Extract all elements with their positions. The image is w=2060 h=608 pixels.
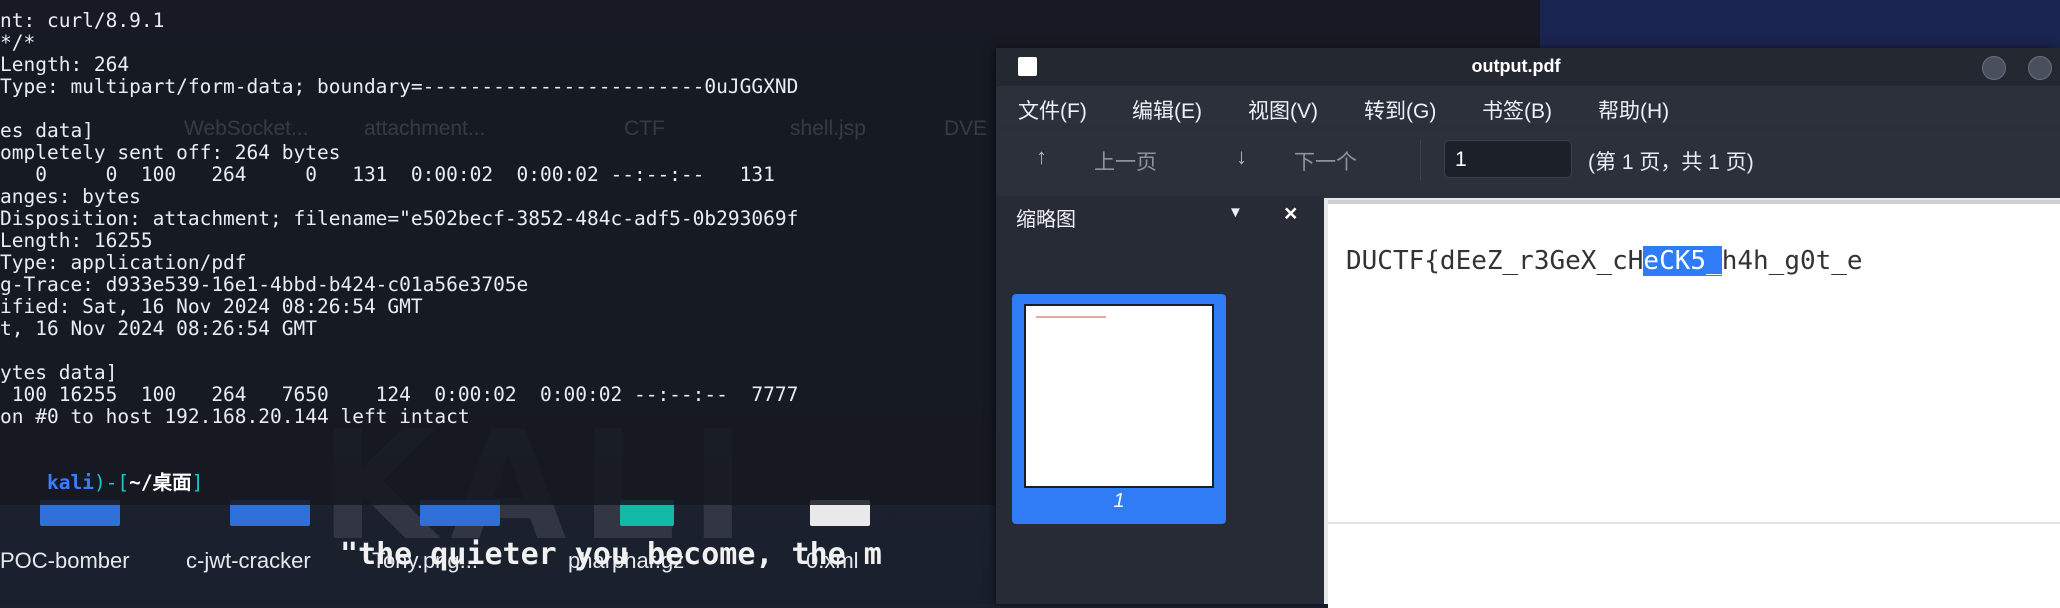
terminal-line: t, 16 Nov 2024 08:26:54 GMT bbox=[0, 317, 317, 340]
flag-text-before: DUCTF{dEeZ_r3GeX_cH bbox=[1346, 246, 1644, 276]
pdf-viewer-window[interactable]: output.pdf 文件(F) 编辑(E) 视图(V) 转到(G) 书签(B)… bbox=[996, 48, 2060, 608]
ghost-label: shell.jsp bbox=[790, 117, 866, 140]
thumbnail-sidebar: 缩略图 ▼ × 1 bbox=[996, 196, 1324, 604]
thumbnail-text-line bbox=[1036, 316, 1106, 318]
thumbnail-page-preview bbox=[1024, 304, 1214, 488]
document-page[interactable]: DUCTF{dEeZ_r3GeX_cHeCK5_h4h_g0t_e bbox=[1328, 200, 2060, 608]
terminal-prompt[interactable]: kali)-[~/桌面] bbox=[0, 450, 203, 494]
page-number-input[interactable]: 1 bbox=[1444, 140, 1572, 178]
close-icon[interactable]: × bbox=[1284, 200, 1297, 227]
maximize-button[interactable] bbox=[2028, 56, 2052, 80]
toolbar-divider bbox=[1420, 140, 1421, 180]
window-title: output.pdf bbox=[1471, 56, 1561, 76]
desktop-icon-poc-bomber[interactable]: POC-bomber bbox=[0, 548, 130, 574]
terminal-line: g-Trace: d933e539-16e1-4bbd-b424-c01a56e… bbox=[0, 273, 529, 296]
menu-file[interactable]: 文件(F) bbox=[1018, 95, 1087, 125]
terminal-line: ompletely sent off: 264 bytes bbox=[0, 141, 341, 164]
prompt-path: ~/桌面 bbox=[129, 471, 192, 494]
sidebar-header: 缩略图 ▼ × bbox=[996, 196, 1324, 234]
sidebar-title: 缩略图 bbox=[1016, 209, 1076, 231]
window-titlebar[interactable]: output.pdf bbox=[996, 48, 2060, 86]
prompt-separator: ] bbox=[191, 471, 204, 494]
document-view[interactable]: DUCTF{dEeZ_r3GeX_cHeCK5_h4h_g0t_e bbox=[1324, 198, 2060, 608]
chevron-down-icon[interactable]: ▼ bbox=[1228, 204, 1243, 221]
prompt-user: kali bbox=[46, 471, 94, 494]
menu-view[interactable]: 视图(V) bbox=[1248, 95, 1318, 125]
ghost-label: CTF bbox=[624, 117, 665, 140]
terminal-line: */* bbox=[0, 31, 36, 54]
menu-help[interactable]: 帮助(H) bbox=[1598, 95, 1669, 125]
terminal-line: Type: application/pdf bbox=[0, 251, 247, 274]
terminal-line: 0 0 100 264 0 131 0:00:02 0:00:02 --:--:… bbox=[0, 163, 775, 186]
page-separator bbox=[1328, 522, 2060, 524]
next-page-button[interactable]: 下一个 bbox=[1294, 146, 1357, 176]
previous-page-button[interactable]: 上一页 bbox=[1094, 146, 1157, 176]
terminal-line: ytes data] bbox=[0, 361, 118, 384]
menu-bookmarks[interactable]: 书签(B) bbox=[1482, 95, 1552, 125]
prompt-separator: )-[ bbox=[93, 471, 130, 494]
terminal-line: ified: Sat, 16 Nov 2024 08:26:54 GMT bbox=[0, 295, 423, 318]
ghost-label: DVE bbox=[944, 117, 988, 140]
terminal-line: Length: 264 bbox=[0, 53, 130, 76]
terminal-line: Type: multipart/form-data; boundary=----… bbox=[0, 75, 799, 98]
arrow-up-icon[interactable]: ↑ bbox=[1036, 144, 1047, 170]
terminal-line: Length: 16255 bbox=[0, 229, 153, 252]
page-thumbnail[interactable]: 1 bbox=[1012, 294, 1226, 524]
ghost-label: attachment... bbox=[364, 117, 486, 140]
menu-bar: 文件(F) 编辑(E) 视图(V) 转到(G) 书签(B) 帮助(H) bbox=[996, 86, 2060, 126]
flag-text-after: h4h_g0t_e bbox=[1721, 246, 1863, 276]
terminal-line: Disposition: attachment; filename="e502b… bbox=[0, 207, 799, 230]
thumbnail-label: 1 bbox=[1113, 490, 1125, 512]
minimize-button[interactable] bbox=[1982, 56, 2006, 80]
menu-goto[interactable]: 转到(G) bbox=[1364, 95, 1436, 125]
toolbar: ↑ 上一页 ↓ 下一个 1 (第 1 页，共 1 页) bbox=[996, 130, 2060, 192]
document-text[interactable]: DUCTF{dEeZ_r3GeX_cHeCK5_h4h_g0t_e bbox=[1346, 246, 1863, 276]
terminal-line: nt: curl/8.9.1 bbox=[0, 9, 165, 32]
arrow-down-icon[interactable]: ↓ bbox=[1236, 144, 1247, 170]
menu-edit[interactable]: 编辑(E) bbox=[1132, 95, 1202, 125]
page-count-status: (第 1 页，共 1 页) bbox=[1588, 151, 1754, 174]
terminal-line: 100 16255 100 264 7650 124 0:00:02 0:00:… bbox=[0, 383, 799, 406]
desktop-icon-c-jwt-cracker[interactable]: c-jwt-cracker bbox=[186, 548, 311, 574]
terminal-line: es data] bbox=[0, 119, 94, 142]
ghost-label: WebSocket... bbox=[184, 117, 309, 140]
kali-tagline: "the quieter you become, the m bbox=[340, 537, 882, 572]
terminal-line: anges: bytes bbox=[0, 185, 141, 208]
terminal-line: on #0 to host 192.168.20.144 left intact bbox=[0, 405, 470, 428]
flag-text-selected: eCK5_ bbox=[1643, 246, 1722, 276]
